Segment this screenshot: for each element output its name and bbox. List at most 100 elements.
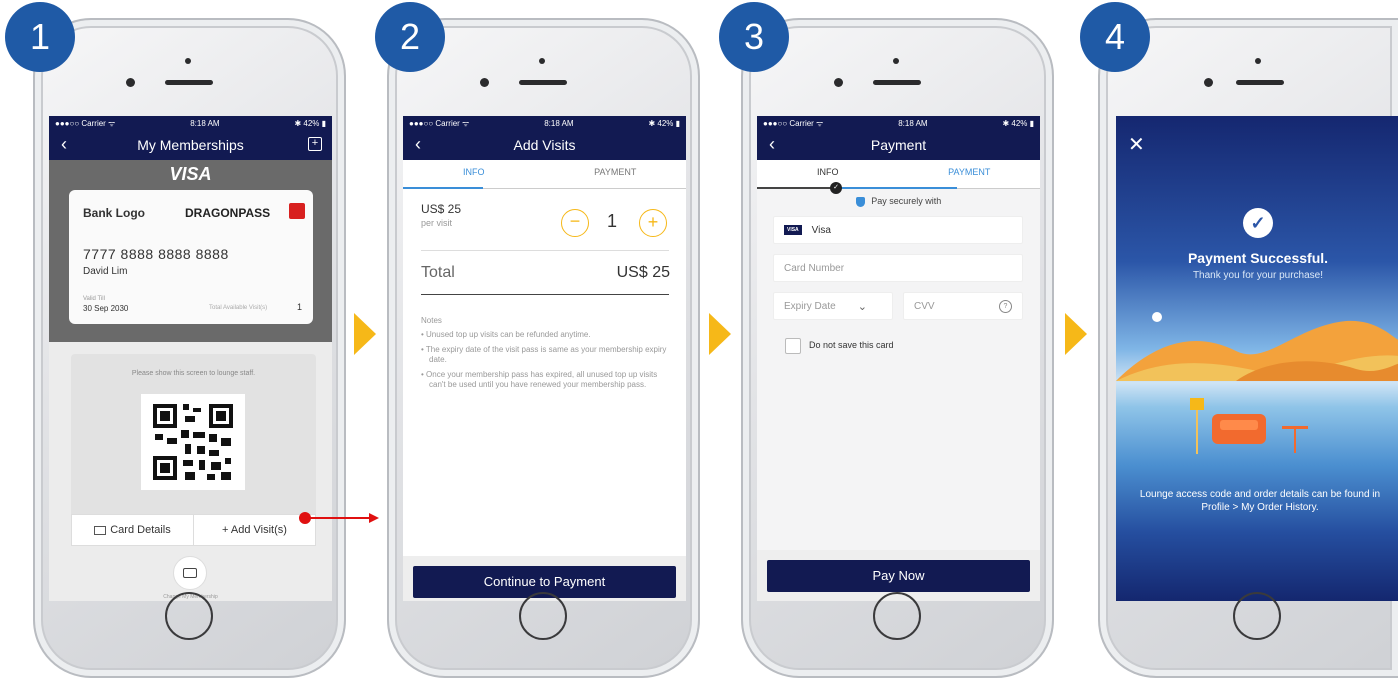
card-number-field[interactable]: Card Number (773, 254, 1023, 282)
visits-label: Total Available Visit(s) (209, 305, 268, 311)
secure-label: Pay securely with (871, 196, 942, 206)
notes-title: Notes (421, 316, 442, 325)
page-title: My Memberships (137, 137, 244, 153)
expiry-date-field[interactable]: Expiry Date ⌄ (773, 292, 893, 320)
phone-frame-3: ●●●○○ Carrier ᯤ 8:18 AM ✱ 42% ▮ ‹ Paymen… (741, 18, 1054, 678)
back-icon[interactable]: ‹ (415, 134, 421, 155)
screen-payment: ●●●○○ Carrier ᯤ 8:18 AM ✱ 42% ▮ ‹ Paymen… (757, 116, 1040, 601)
dunes-illustration (1116, 320, 1398, 381)
expiry-placeholder: Expiry Date (784, 300, 836, 312)
price: US$ 25 (421, 202, 462, 216)
battery-text: ✱ 42% ▮ (294, 118, 326, 128)
speaker-grille (165, 80, 213, 85)
lamp-pole (1196, 410, 1198, 454)
tab-payment[interactable]: PAYMENT (545, 160, 687, 188)
visa-method-row[interactable]: VISA Visa (773, 216, 1023, 244)
table-leg (1294, 429, 1296, 453)
tab-progress-current (837, 187, 957, 189)
partner-logo: DRAGONPASS (185, 206, 271, 220)
status-bar: ●●●○○ Carrier ᯤ 8:18 AM ✱ 42% ▮ (403, 116, 686, 130)
card-area: VISA Bank Logo DRAGONPASS 7777 8888 8888… (49, 160, 332, 342)
close-icon[interactable]: ✕ (1128, 132, 1145, 157)
phone-frame-4: ✕ ✓ Payment Successful. Thank you for yo… (1098, 18, 1398, 678)
total-label: Total (421, 264, 455, 281)
notes-list: • Unused top up visits can be refunded a… (421, 330, 671, 390)
note-item: • Once your membership pass has expired,… (421, 370, 658, 389)
back-icon[interactable]: ‹ (769, 134, 775, 155)
lounge-illustration (1190, 398, 1340, 458)
battery-text: ✱ 42% ▮ (648, 118, 680, 128)
time-text: 8:18 AM (190, 118, 220, 128)
time-text: 8:18 AM (544, 118, 574, 128)
cvv-field[interactable]: CVV ? (903, 292, 1023, 320)
card-details-button[interactable]: Card Details (72, 515, 194, 545)
screen-add-visits: ●●●○○ Carrier ᯤ 8:18 AM ✱ 42% ▮ ‹ Add Vi… (403, 116, 686, 601)
carrier-text: ●●●○○ Carrier ᯤ (409, 118, 470, 128)
card-number: 7777 8888 8888 8888 (83, 246, 229, 262)
visa-card-icon: VISA (784, 225, 802, 235)
add-visits-button[interactable]: + Add Visit(s) (194, 515, 315, 545)
increase-button[interactable]: + (639, 209, 667, 237)
shield-icon (855, 196, 865, 207)
carrier-text: ●●●○○ Carrier ᯤ (55, 118, 116, 128)
tab-info[interactable]: INFO (403, 160, 545, 188)
add-membership-icon[interactable]: + (308, 137, 322, 151)
carrier-text: ●●●○○ Carrier ᯤ (763, 118, 824, 128)
check-icon: ✓ (830, 182, 842, 194)
membership-card[interactable]: Bank Logo DRAGONPASS 7777 8888 8888 8888… (69, 190, 313, 324)
nav-bar: ‹ My Memberships + (49, 130, 332, 160)
qr-panel: Please show this screen to lounge staff. (71, 354, 316, 546)
cards-icon (183, 568, 197, 578)
pay-now-button[interactable]: Pay Now (767, 560, 1030, 592)
step-tabs: INFO PAYMENT ✓ (757, 160, 1041, 194)
change-membership-button[interactable] (173, 556, 207, 590)
dont-save-checkbox[interactable] (785, 338, 801, 354)
bank-logo: Bank Logo (83, 206, 145, 220)
home-button[interactable] (519, 592, 567, 640)
speaker-grille (873, 80, 921, 85)
partner-logo-mark (289, 203, 305, 219)
home-button[interactable] (165, 592, 213, 640)
success-footer-text: Lounge access code and order details can… (1139, 489, 1381, 513)
decrease-button[interactable]: − (561, 209, 589, 237)
home-button[interactable] (1233, 592, 1281, 640)
help-icon[interactable]: ? (999, 299, 1012, 313)
divider (421, 294, 669, 295)
back-icon[interactable]: ‹ (61, 134, 67, 155)
dont-save-label: Do not save this card (809, 340, 894, 350)
front-camera (126, 78, 135, 87)
phone-frame-1: ●●●○○ Carrier ᯤ 8:18 AM ✱ 42% ▮ ‹ My Mem… (33, 18, 346, 678)
card-details-label: Card Details (110, 524, 171, 536)
nav-bar: ‹ Payment (757, 130, 1040, 160)
lamp-icon (1190, 398, 1204, 410)
time-text: 8:18 AM (898, 118, 928, 128)
tab-payment[interactable]: PAYMENT (899, 160, 1041, 188)
step-tabs: INFO PAYMENT (403, 160, 686, 189)
tab-info[interactable]: INFO (757, 160, 899, 188)
chevron-down-icon: ⌄ (857, 300, 867, 313)
step-badge-3: 3 (719, 2, 789, 72)
tab-progress (403, 187, 483, 189)
screen-memberships: ●●●○○ Carrier ᯤ 8:18 AM ✱ 42% ▮ ‹ My Mem… (49, 116, 332, 601)
valid-date: 30 Sep 2030 (83, 304, 129, 313)
visits-value: 1 (297, 302, 303, 312)
proximity-dot (185, 58, 191, 64)
sofa-cushion (1220, 420, 1258, 430)
visa-brand: VISA (169, 164, 212, 184)
proximity-dot (539, 58, 545, 64)
step-badge-4: 4 (1080, 2, 1150, 72)
qr-code (141, 394, 245, 490)
qr-code-icon (153, 404, 233, 480)
status-bar: ●●●○○ Carrier ᯤ 8:18 AM ✱ 42% ▮ (757, 116, 1040, 130)
page-title: Payment (870, 137, 927, 153)
proximity-dot (893, 58, 899, 64)
home-button[interactable] (873, 592, 921, 640)
card-icon (94, 525, 107, 535)
secure-row: Pay securely with (757, 196, 1040, 207)
success-heading: Payment Successful. (1187, 250, 1329, 266)
flow-arrow-icon (709, 313, 731, 355)
success-check-icon: ✓ (1243, 208, 1273, 238)
total-value: US$ 25 (616, 264, 670, 281)
tab-progress-done (757, 187, 837, 189)
flow-arrow-icon (1065, 313, 1087, 355)
